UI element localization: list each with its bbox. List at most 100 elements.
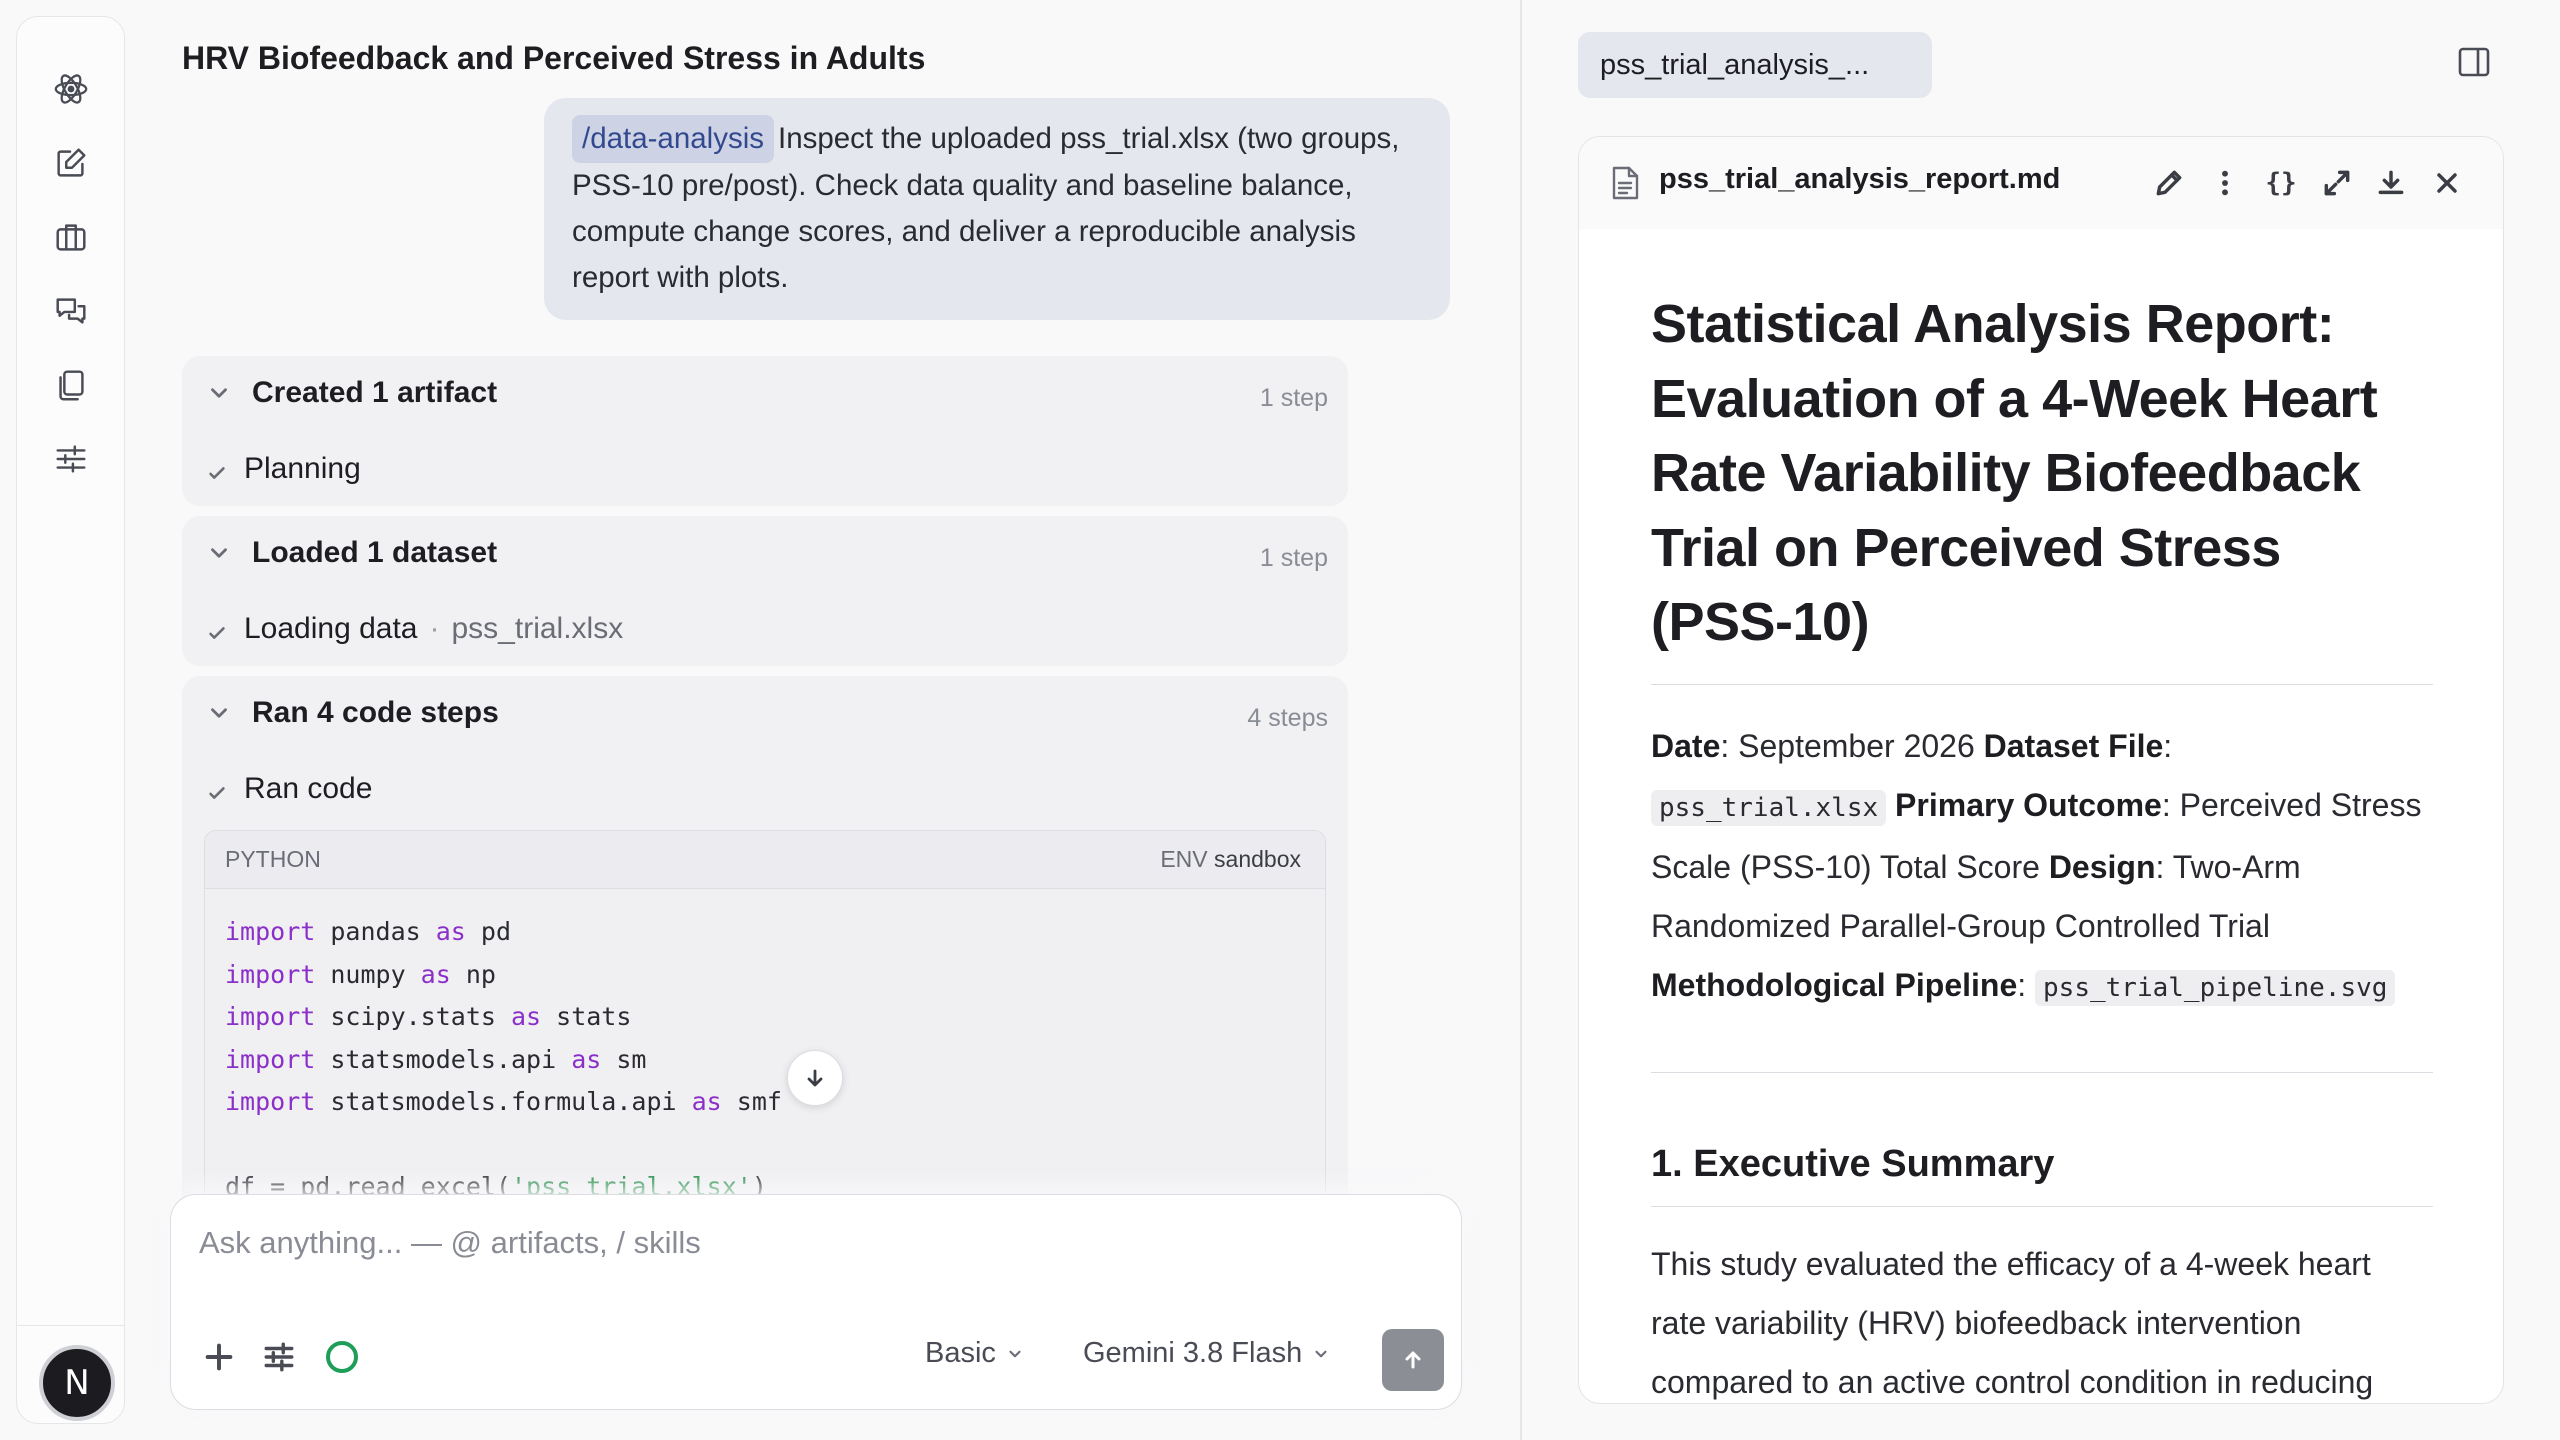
edit-icon[interactable] [2151, 165, 2187, 201]
pane-divider[interactable] [1520, 0, 1522, 1440]
code-text: pandas [315, 917, 436, 946]
mode-select[interactable]: Basic [925, 1337, 1024, 1370]
artifact-viewer: pss_trial_analysis_report.md {} Statisti… [1578, 136, 2504, 1404]
code-keyword: import [225, 1087, 316, 1116]
report-meta: Date: September 2026 Dataset File: pss_tr… [1651, 717, 2433, 1018]
artifact-content: Statistical Analysis Report: Evaluation … [1651, 287, 2433, 1403]
chevron-down-icon [206, 700, 232, 726]
code-text: scipy.stats [315, 1002, 511, 1031]
atom-logo-icon[interactable] [47, 65, 95, 113]
report-title: Statistical Analysis Report: Evaluation … [1651, 294, 2378, 652]
arrow-up-icon [1405, 1351, 1421, 1369]
code-body: import pandas as pd import numpy as np imp… [205, 889, 1325, 1229]
new-chat-icon[interactable] [47, 139, 95, 187]
code-line: import numpy as np [225, 954, 1305, 997]
code-text: statsmodels.formula.api [315, 1087, 692, 1116]
pipeline-file-chip: pss_trial_pipeline.svg [2035, 969, 2396, 1006]
env-label: ENV [1160, 846, 1208, 872]
dataset-file-chip: pss_trial.xlsx [1651, 789, 1887, 826]
code-keyword: as [435, 917, 466, 946]
code-line: import scipy.stats as stats [225, 996, 1305, 1039]
file-icon [1609, 165, 1641, 201]
status-circle-icon[interactable] [326, 1341, 358, 1373]
more-options-icon[interactable] [2207, 165, 2243, 201]
code-text: smf [721, 1087, 782, 1116]
avatar-letter: N [64, 1363, 90, 1403]
step-group-artifact: Created 1 artifact 1 step Planning [182, 356, 1348, 506]
step-group-title: Created 1 artifact [252, 376, 498, 409]
code-keyword: as [510, 1002, 542, 1031]
code-block[interactable]: PYTHON ENV sandbox import pandas as pd im… [204, 830, 1326, 1230]
tools-sliders-icon[interactable] [257, 1335, 301, 1379]
date-value: : September 2026 [1720, 727, 1984, 764]
date-label: Date [1651, 727, 1721, 764]
divider [1651, 1205, 2433, 1207]
step-item: Ran code [206, 772, 372, 806]
code-keyword: import [225, 1002, 316, 1031]
code-language: PYTHON [225, 846, 321, 872]
plus-icon[interactable] [197, 1335, 241, 1379]
composer-input[interactable]: Ask anything... — @ artifacts, / skills [199, 1225, 701, 1261]
section-paragraph: This study evaluated the efficacy of a 4… [1651, 1245, 2374, 1400]
code-line: import statsmodels.formula.api as smf [225, 1081, 1305, 1124]
chats-icon[interactable] [47, 287, 95, 335]
send-button[interactable] [1382, 1329, 1444, 1391]
step-group-header[interactable]: Loaded 1 dataset [206, 536, 497, 570]
close-icon[interactable] [2429, 165, 2465, 201]
user-message: /data-analysis Inspect the uploaded pss_t… [544, 98, 1450, 320]
dataset-label: Dataset File [1983, 727, 2164, 764]
model-select[interactable]: Gemini 3.8 Flash [1083, 1337, 1330, 1370]
panel-toggle-icon[interactable] [2456, 44, 2492, 80]
check-icon [206, 778, 228, 800]
step-count: 4 steps [1247, 704, 1328, 732]
step-group-title: Ran 4 code steps [252, 696, 499, 729]
skill-chip[interactable]: /data-analysis [572, 115, 775, 163]
step-group-title: Loaded 1 dataset [252, 536, 498, 569]
chevron-down-icon [1009, 1350, 1021, 1357]
code-text: sm [601, 1044, 647, 1074]
section-heading: 1. Executive Summary [1651, 1142, 2055, 1185]
dataset-separator: : [2163, 727, 2173, 764]
separator-dot: · [429, 612, 440, 645]
copy-icon[interactable] [47, 361, 95, 409]
artifact-tab[interactable]: pss_trial_analysis_... [1578, 32, 1932, 98]
briefcase-icon[interactable] [47, 213, 95, 261]
code-text: numpy [315, 959, 421, 989]
code-view-icon[interactable]: {} [2263, 165, 2299, 201]
pipeline-separator: : [2017, 966, 2027, 1003]
code-text: pd [465, 917, 511, 946]
arrow-down-icon [807, 1069, 823, 1087]
code-keyword: import [225, 917, 316, 946]
check-icon [206, 618, 228, 640]
settings-sliders-icon[interactable] [47, 435, 95, 483]
divider [1651, 1071, 2433, 1073]
chat-title: HRV Biofeedback and Perceived Stress in … [182, 40, 926, 76]
avatar[interactable]: N [39, 1345, 115, 1421]
step-group-header[interactable]: Ran 4 code steps [206, 696, 499, 730]
code-block-header: PYTHON ENV sandbox [205, 831, 1325, 889]
step-item: Planning [206, 452, 361, 486]
code-text: np [450, 959, 496, 989]
download-icon[interactable] [2373, 165, 2409, 201]
chevron-down-icon [1315, 1350, 1327, 1357]
artifact-header: pss_trial_analysis_report.md {} [1579, 137, 2503, 229]
divider [1651, 683, 2433, 685]
code-keyword: as [420, 959, 451, 989]
step-group-header[interactable]: Created 1 artifact [206, 376, 497, 410]
outcome-label: Primary Outcome [1895, 786, 2162, 823]
check-icon [206, 458, 228, 480]
scroll-down-button[interactable] [787, 1050, 843, 1106]
mode-select-value: Basic [925, 1337, 996, 1369]
code-keyword: as [571, 1044, 602, 1074]
expand-icon[interactable] [2319, 165, 2355, 201]
step-item-label: Planning [244, 452, 361, 485]
chevron-down-icon [206, 540, 232, 566]
dataset-file-name[interactable]: pss_trial.xlsx [452, 612, 624, 646]
step-item-label: Ran code [244, 772, 373, 805]
step-group-code: Ran 4 code steps 4 steps Ran code PYTHON… [182, 676, 1348, 1236]
chevron-down-icon [206, 380, 232, 406]
env-value: sandbox [1214, 846, 1301, 872]
code-keyword: import [225, 959, 316, 989]
artifact-file-name: pss_trial_analysis_report.md [1659, 163, 2061, 195]
